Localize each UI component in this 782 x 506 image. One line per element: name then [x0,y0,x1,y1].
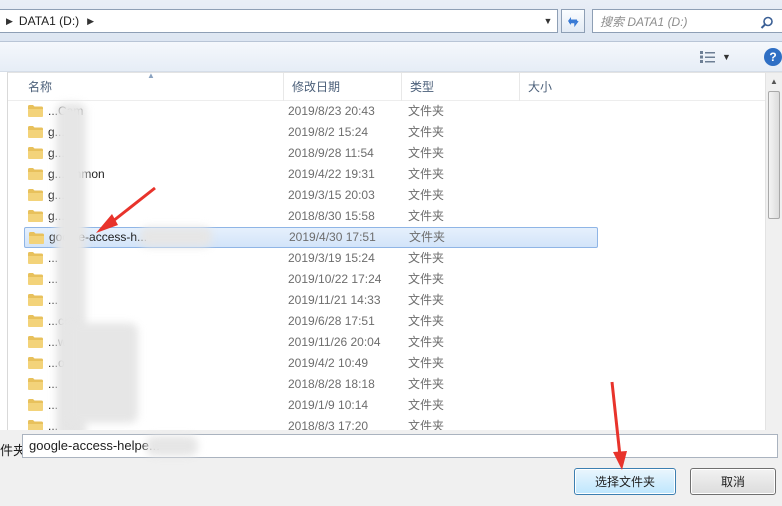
folder-type: 文件夹 [408,104,445,118]
folder-icon [28,378,43,390]
column-header-type[interactable]: 类型 [402,73,520,101]
folder-type: 文件夹 [408,125,445,139]
view-list-icon [700,51,715,63]
folder-icon [28,105,43,117]
address-dropdown-icon[interactable]: ▼ [539,10,557,32]
folder-icon [28,126,43,138]
folder-type: 文件夹 [408,314,445,328]
folder-icon [28,147,43,159]
redaction-blur [146,436,198,456]
folder-type: 文件夹 [408,356,445,370]
file-list: 名称 ▲ 修改日期 类型 大小 ...Cam 2019/8/23 20:43 文… [8,72,782,430]
folder-row[interactable]: g... 2019/8/2 15:24 文件夹 [8,122,598,143]
folder-icon [28,336,43,348]
search-icon[interactable] [760,9,782,33]
view-options-button[interactable]: ▼ [700,48,740,66]
folder-type: 文件夹 [409,230,446,244]
breadcrumb-chevron-icon[interactable]: ▶ [87,16,94,27]
redaction-blur [140,227,212,247]
breadcrumb-arrow-icon[interactable]: ▶ [6,16,13,27]
folder-row[interactable]: g...ub 2018/9/28 11:54 文件夹 [8,143,598,164]
folder-type: 文件夹 [408,398,445,412]
folder-type: 文件夹 [408,293,445,307]
folder-icon [28,357,43,369]
folder-icon [28,420,43,430]
folder-name-input[interactable]: google-access-helpe... [22,434,778,458]
folder-type: 文件夹 [408,272,445,286]
folder-type: 文件夹 [408,146,445,160]
folder-modified-date: 2018/8/30 15:58 [288,209,375,223]
navigation-pane-edge [0,72,8,430]
folder-modified-date: 2019/10/22 17:24 [288,272,382,286]
dialog-footer: 件夹: google-access-helpe... 选择文件夹 取消 [0,430,782,506]
folder-modified-date: 2019/3/19 15:24 [288,251,375,265]
breadcrumb-path[interactable]: DATA1 (D:) [19,14,79,28]
folder-modified-date: 2019/4/2 10:49 [288,356,369,370]
folder-icon [29,232,44,244]
select-folder-button[interactable]: 选择文件夹 [574,468,676,495]
folder-modified-date: 2019/3/15 20:03 [288,188,375,202]
refresh-button[interactable] [561,9,585,33]
folder-icon [28,399,43,411]
folder-icon [28,210,43,222]
folder-row[interactable]: g...ng 2018/8/30 15:58 文件夹 [8,206,598,227]
folder-icon [28,189,43,201]
folder-icon [28,168,43,180]
redaction-blur [68,323,138,423]
toolbar: ▼ ? [0,42,782,72]
folder-modified-date: 2019/8/2 15:24 [288,125,369,139]
folder-row[interactable]: ... 2019/3/19 15:24 文件夹 [8,248,598,269]
folder-modified-date: 2019/8/23 20:43 [288,104,375,118]
folder-modified-date: 2019/11/26 20:04 [288,335,381,349]
view-dropdown-icon[interactable]: ▼ [722,52,731,62]
selected-folder-row[interactable]: google-access-h... 2019/4/30 17:51 文件夹 [24,227,598,248]
folder-row[interactable]: ... 2019/10/22 17:24 文件夹 [8,269,598,290]
folder-type: 文件夹 [408,167,445,181]
folder-modified-date: 2018/9/28 11:54 [288,146,374,160]
column-header-size[interactable]: 大小 [520,73,600,101]
folder-row[interactable]: ...Cam 2019/8/23 20:43 文件夹 [8,101,598,122]
sort-ascending-icon: ▲ [147,72,155,80]
folder-icon [28,294,43,306]
help-icon[interactable]: ? [764,48,782,66]
vertical-scrollbar[interactable]: ▲ [765,73,782,430]
folder-modified-date: 2018/8/28 18:18 [288,377,375,391]
column-header-date[interactable]: 修改日期 [284,73,402,101]
search-input[interactable]: 搜索 DATA1 (D:) [592,9,782,33]
scrollbar-thumb[interactable] [768,91,780,219]
cancel-button[interactable]: 取消 [690,468,776,495]
column-header-row: 名称 ▲ 修改日期 类型 大小 [8,73,768,101]
folder-icon [28,273,43,285]
folder-type: 文件夹 [408,377,445,391]
folder-modified-date: 2018/8/3 17:20 [288,419,369,430]
folder-row[interactable]: g...s 2019/3/15 20:03 文件夹 [8,185,598,206]
folder-type: 文件夹 [408,188,445,202]
folder-modified-date: 2019/4/30 17:51 [289,230,376,244]
scroll-up-icon[interactable]: ▲ [766,73,782,90]
folder-icon [28,252,43,264]
folder-modified-date: 2019/4/22 19:31 [288,167,375,181]
folder-modified-date: 2019/6/28 17:51 [288,314,375,328]
folder-row[interactable]: ... 2019/11/21 14:33 文件夹 [8,290,598,311]
folder-modified-date: 2019/11/21 14:33 [288,293,381,307]
folder-type: 文件夹 [408,335,445,349]
folder-icon [28,315,43,327]
address-bar[interactable]: ▶ DATA1 (D:) ▶ ▼ [0,9,558,33]
address-bar-row: ▶ DATA1 (D:) ▶ ▼ 搜索 DATA1 (D:) [0,0,782,42]
refresh-icon [568,17,579,28]
folder-row[interactable]: g...ommon 2019/4/22 19:31 文件夹 [8,164,598,185]
folder-type: 文件夹 [408,251,445,265]
folder-modified-date: 2019/1/9 10:14 [288,398,369,412]
folder-type: 文件夹 [408,419,445,430]
folder-type: 文件夹 [408,209,445,223]
